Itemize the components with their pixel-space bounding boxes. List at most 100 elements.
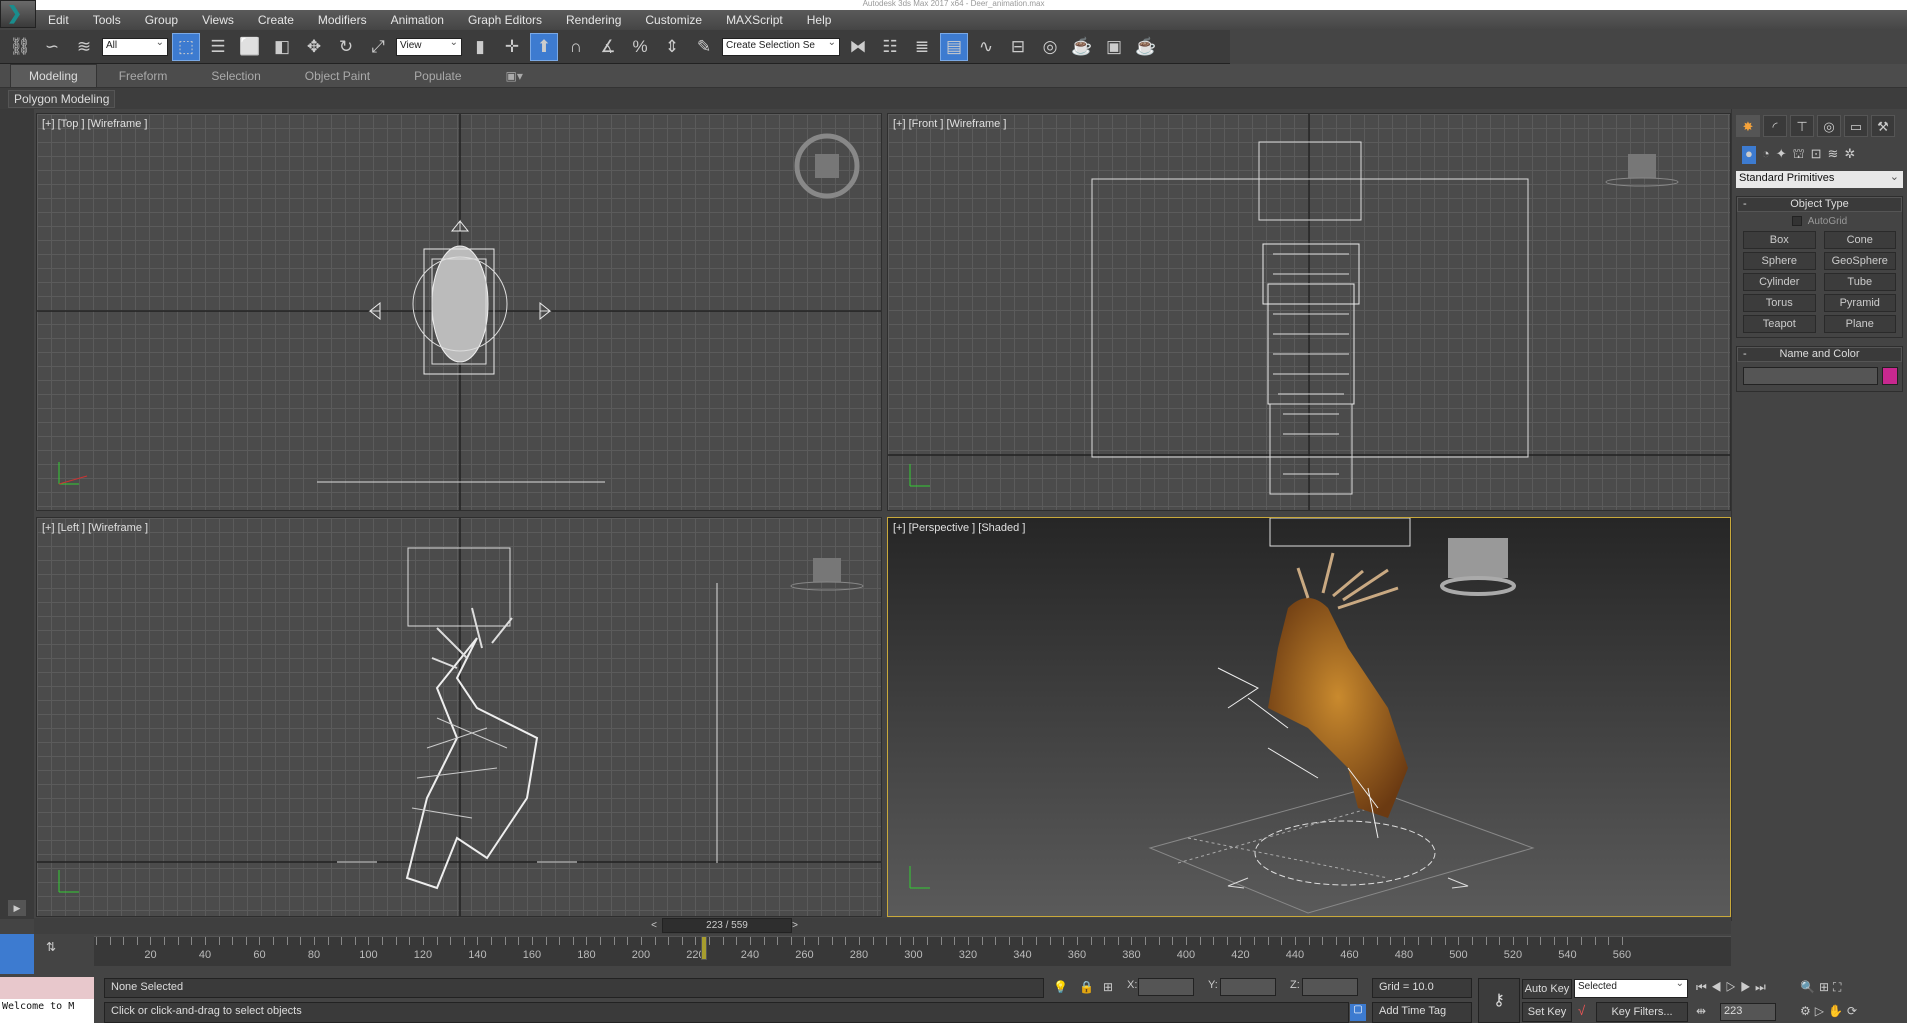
sphere-button[interactable]: Sphere (1743, 252, 1816, 270)
helpers-icon[interactable]: ⊡ (1811, 146, 1822, 164)
field-of-view-icon[interactable]: ▷ (1815, 1004, 1828, 1018)
selection-filter-dropdown[interactable]: All (102, 37, 168, 56)
menu-create[interactable]: Create (246, 13, 306, 27)
viewport-layout-icon[interactable] (0, 934, 34, 974)
goto-end-icon[interactable]: ⏭ (1755, 980, 1770, 994)
window-crossing-icon[interactable]: ◧ (268, 33, 296, 61)
bind-spacewarp-icon[interactable]: ≋ (70, 33, 98, 61)
tab-selection[interactable]: Selection (189, 69, 282, 83)
object-color-swatch[interactable] (1882, 367, 1898, 385)
geometry-icon[interactable]: ● (1742, 146, 1756, 164)
material-editor-icon[interactable]: ◎ (1036, 33, 1064, 61)
isolate-selection-icon[interactable]: 💡 (1053, 980, 1068, 994)
motion-tab-icon[interactable]: ◎ (1817, 115, 1841, 137)
viewport-perspective[interactable]: [+] [Perspective ] [Shaded ] (887, 517, 1731, 917)
add-time-tag-button[interactable]: Add Time Tag (1372, 1002, 1472, 1023)
modify-tab-icon[interactable]: ◜ (1763, 115, 1787, 137)
zoom-all-icon[interactable]: ⊞ (1819, 980, 1833, 994)
menu-maxscript[interactable]: MAXScript (714, 13, 795, 27)
cone-button[interactable]: Cone (1823, 231, 1896, 249)
current-frame-input[interactable]: 223 (1720, 1003, 1776, 1021)
ribbon-options-icon[interactable]: ▣▾ (484, 69, 545, 83)
pan-icon[interactable]: ✋ (1828, 1004, 1847, 1018)
link-icon[interactable]: ⛓ (6, 33, 34, 61)
scale-icon[interactable]: ⤢ (364, 33, 392, 61)
autogrid-checkbox[interactable]: AutoGrid (1737, 216, 1902, 227)
tab-modeling[interactable]: Modeling (10, 63, 97, 88)
geosphere-button[interactable]: GeoSphere (1823, 252, 1896, 270)
align-icon[interactable]: ☷ (876, 33, 904, 61)
angle-snap-icon[interactable]: ∡ (594, 33, 622, 61)
polygon-modeling-panel[interactable]: Polygon Modeling (8, 90, 116, 108)
schematic-view-icon[interactable]: ⊟ (1004, 33, 1032, 61)
track-bar[interactable]: 20 40 60 80 100 120 140 160 180 200 220 240 260 280 30… (94, 936, 1731, 966)
mirror-icon[interactable]: ⧓ (844, 33, 872, 61)
goto-start-icon[interactable]: ⏮ (1696, 980, 1711, 994)
menu-graph-editors[interactable]: Graph Editors (456, 13, 554, 27)
torus-button[interactable]: Torus (1743, 294, 1816, 312)
menu-modifiers[interactable]: Modifiers (306, 13, 379, 27)
cylinder-button[interactable]: Cylinder (1743, 273, 1816, 291)
menu-help[interactable]: Help (795, 13, 844, 27)
reference-coord-dropdown[interactable]: View (396, 37, 462, 56)
y-coordinate-input[interactable] (1220, 978, 1276, 996)
systems-icon[interactable]: ✲ (1844, 146, 1855, 164)
pyramid-button[interactable]: Pyramid (1823, 294, 1896, 312)
object-name-input[interactable] (1743, 367, 1878, 385)
expand-viewport-layout-icon[interactable]: ▶ (8, 900, 26, 916)
percent-snap-icon[interactable]: % (626, 33, 654, 61)
key-mode-toggle-icon[interactable]: ⇹ (1696, 1004, 1710, 1018)
edit-named-selection-icon[interactable]: ✎ (690, 33, 718, 61)
key-mode-dropdown[interactable]: Selected (1574, 978, 1688, 998)
select-by-name-icon[interactable]: ☰ (204, 33, 232, 61)
unlink-icon[interactable]: ∽ (38, 33, 66, 61)
next-frame-arrow[interactable]: > (788, 918, 802, 933)
menu-animation[interactable]: Animation (379, 13, 456, 27)
hierarchy-tab-icon[interactable]: ⊤ (1790, 115, 1814, 137)
viewport-top[interactable]: [+] [Top ] [Wireframe ] (36, 113, 882, 511)
time-config-icon[interactable]: ⚙ (1800, 1004, 1815, 1018)
default-tangent-icon[interactable]: √ (1578, 1003, 1585, 1018)
viewport-label-perspective[interactable]: [+] [Perspective ] [Shaded ] (893, 522, 1025, 534)
tab-populate[interactable]: Populate (392, 69, 483, 83)
zoom-extents-icon[interactable]: ⛶ (1833, 980, 1845, 994)
x-coordinate-input[interactable] (1138, 978, 1194, 996)
set-key-mode-key-icon[interactable]: ⚷ (1478, 978, 1520, 1023)
lights-icon[interactable]: ✦ (1776, 146, 1787, 164)
absolute-mode-icon[interactable]: ⊞ (1103, 980, 1113, 994)
menu-group[interactable]: Group (133, 13, 190, 27)
tube-button[interactable]: Tube (1823, 273, 1896, 291)
maxscript-listener[interactable]: Welcome to M (0, 977, 94, 1023)
rendered-frame-window-icon[interactable]: ▣ (1100, 33, 1128, 61)
display-tab-icon[interactable]: ▭ (1844, 115, 1868, 137)
menu-views[interactable]: Views (190, 13, 246, 27)
plane-button[interactable]: Plane (1823, 315, 1896, 333)
menu-edit[interactable]: Edit (36, 13, 81, 27)
spacewarps-icon[interactable]: ≋ (1827, 146, 1838, 164)
name-color-header[interactable]: - Name and Color (1737, 347, 1902, 362)
auto-key-button[interactable]: Auto Key (1522, 979, 1572, 999)
mini-curve-editor-icon[interactable]: ⇅ (46, 940, 56, 954)
rotate-icon[interactable]: ↻ (332, 33, 360, 61)
selection-lock-icon[interactable]: 🔒 (1079, 980, 1094, 994)
next-key-icon[interactable]: ▶ (1740, 980, 1755, 994)
viewport-left[interactable]: [+] [Left ] [Wireframe ] (36, 517, 882, 917)
menu-tools[interactable]: Tools (81, 13, 133, 27)
time-slider-thumb[interactable]: 223 / 559 (662, 918, 792, 933)
box-button[interactable]: Box (1743, 231, 1816, 249)
create-tab-icon[interactable]: ✸ (1736, 115, 1760, 137)
application-button[interactable]: ❯ (0, 0, 36, 28)
keyboard-shortcut-override-icon[interactable]: ⬆ (530, 32, 558, 61)
curve-editor-icon[interactable]: ∿ (972, 33, 1000, 61)
menu-rendering[interactable]: Rendering (554, 13, 633, 27)
track-bar-playhead[interactable] (700, 936, 707, 960)
spinner-snap-icon[interactable]: ⇕ (658, 33, 686, 61)
teapot-button[interactable]: Teapot (1743, 315, 1816, 333)
time-slider-track[interactable] (34, 918, 1731, 934)
key-filters-button[interactable]: Key Filters... (1596, 1002, 1688, 1022)
z-coordinate-input[interactable] (1302, 978, 1358, 996)
snaps-toggle-icon[interactable]: ∩ (562, 33, 590, 61)
scene-explorer-icon[interactable]: ▤ (940, 32, 968, 61)
move-icon[interactable]: ✥ (300, 33, 328, 61)
tab-freeform[interactable]: Freeform (97, 69, 190, 83)
